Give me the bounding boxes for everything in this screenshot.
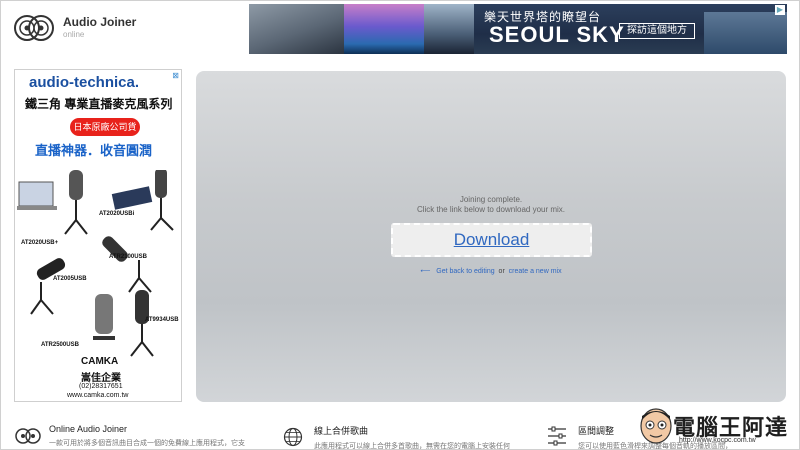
back-to-editing-link[interactable]: Get back to editing [436, 268, 494, 275]
top-banner-ad[interactable]: 樂天世界塔的瞭望台 SEOUL SKY 探訪這個地方 ▶ [249, 4, 787, 54]
feature-description: 一款可用於將多個音訊曲目合成一個的免費線上應用程式，它支 [49, 440, 245, 447]
ad-photo-night [344, 4, 424, 54]
ad-slogan: 直播神器．收音圓潤 [35, 143, 153, 158]
model-label: ATR2100USB [109, 254, 147, 260]
app-subtitle: online [63, 30, 85, 39]
ad-photo-city [249, 4, 344, 54]
download-link[interactable]: Download [454, 230, 530, 250]
feature-title: 線上合併歌曲 [314, 426, 369, 436]
result-panel: Joining complete. Click the link below t… [196, 71, 786, 402]
status-message: Joining complete. [459, 195, 523, 204]
mascot-icon [640, 408, 672, 444]
page: Audio Joiner online 樂天世界塔的瞭望台 SEOUL SKY … [0, 0, 800, 450]
distributor-phone: (02)28317651 [79, 383, 123, 390]
navigation-links: ⟵ Get back to editing or create a new mi… [196, 267, 786, 275]
ad-photo-tower [424, 4, 474, 54]
model-label: AT2005USB [53, 276, 87, 282]
site-watermark: 電腦王阿達 http://www.kocpc.com.tw [635, 402, 800, 450]
sliders-icon [548, 426, 566, 446]
app-name: Audio Joiner [63, 15, 137, 29]
distributor-name: 嵩佳企業 [81, 373, 121, 384]
ad-title: 鐵三角 專業直播麥克風系列 [25, 97, 173, 111]
sidebar-ad[interactable]: audio-technica. ⊠ 鐵三角 專業直播麥克風系列 日本原廠公司貨 … [14, 69, 182, 402]
vinyl-logo-icon [14, 15, 54, 41]
create-new-mix-link[interactable]: create a new mix [509, 268, 562, 275]
ad-pill: 日本原廠公司貨 [70, 118, 140, 136]
ad-headline-en: SEOUL SKY [489, 22, 625, 47]
feature-description: 此應用程式可以線上合併多首歌曲，無需在您的電腦上安裝任何 [314, 443, 510, 450]
or-text: or [498, 268, 505, 275]
model-label: AT2020USB+ [21, 240, 59, 246]
feature-title: Online Audio Joiner [49, 424, 128, 434]
watermark-url: http://www.kocpc.com.tw [679, 437, 756, 444]
site-logo[interactable]: Audio Joiner online [13, 11, 136, 45]
microphone-product-icon [17, 170, 174, 357]
model-label: AT9934USB [145, 317, 179, 323]
download-box[interactable]: Download [391, 223, 592, 257]
ad-close-icon[interactable]: ⊠ [172, 71, 179, 80]
distributor-logo: CAMKA [81, 356, 119, 367]
model-label: ATR2500USB [41, 342, 79, 348]
ad-close-icon[interactable]: ▶ [775, 5, 785, 15]
vinyl-icon [15, 428, 41, 444]
feature-online-audio-joiner: Online Audio Joiner 一款可用於將多個音訊曲目合成一個的免費線… [49, 424, 245, 448]
back-arrow-icon[interactable]: ⟵ [420, 268, 430, 275]
status-instruction: Click the link below to download your mi… [416, 205, 566, 214]
ad-cta-button[interactable]: 探訪這個地方 [619, 23, 695, 39]
globe-icon [283, 427, 303, 447]
distributor-url[interactable]: www.camka.com.tw [67, 392, 128, 399]
model-label: AT2020USBi [99, 211, 135, 217]
ad-brand: audio-technica. [29, 74, 140, 91]
feature-merge-songs: 線上合併歌曲 此應用程式可以線上合併多首歌曲，無需在您的電腦上安裝任何 [314, 424, 510, 450]
ad-photo-river [704, 12, 787, 54]
